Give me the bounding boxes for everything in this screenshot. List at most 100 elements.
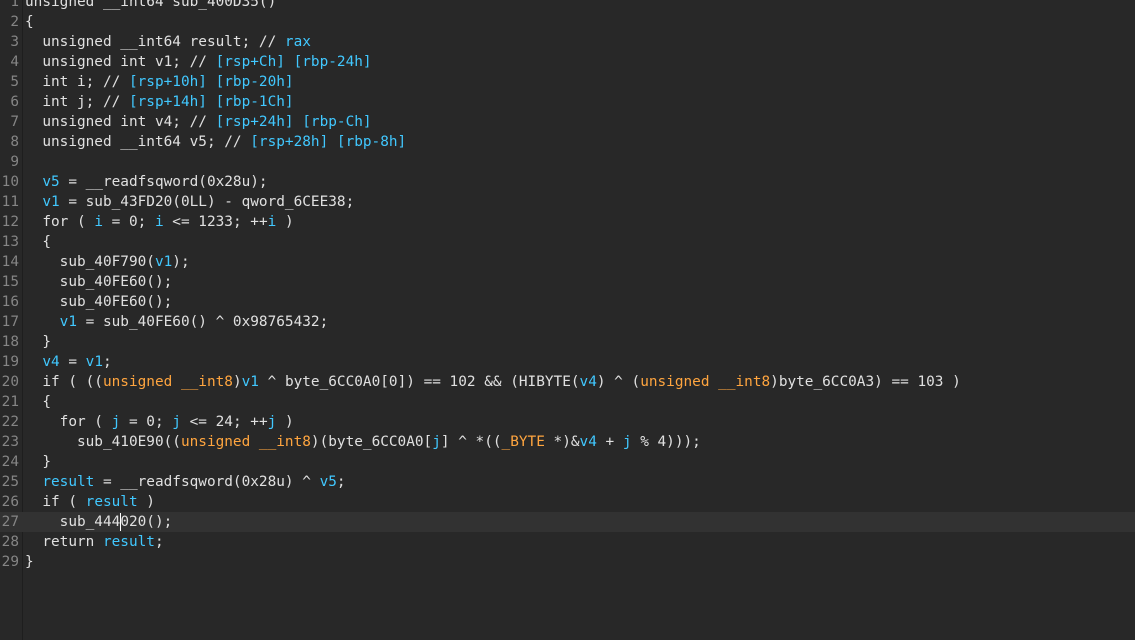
code-text[interactable]: if ( ((unsigned __int8)v1 ^ byte_6CC0A0[… <box>25 372 960 392</box>
code-text[interactable]: sub_40FE60(); <box>25 272 173 292</box>
code-line[interactable]: 18 } <box>0 332 1135 352</box>
code-line[interactable]: 24 } <box>0 452 1135 472</box>
code-line[interactable]: 19 v4 = v1; <box>0 352 1135 372</box>
code-text[interactable]: return result; <box>25 532 163 552</box>
code-token: ^ byte_6CC0A0[0]) == 102 && (HIBYTE( <box>258 374 580 390</box>
register-comment-token: [rsp+28h] [rbp-8h] <box>250 134 407 150</box>
identifier-token[interactable]: i <box>94 214 103 230</box>
code-token: unsigned __int64 sub_400D35() <box>25 0 277 10</box>
code-line[interactable]: 10 v5 = __readfsqword(0x28u); <box>0 172 1135 192</box>
code-line[interactable]: 9 <box>0 152 1135 172</box>
code-token: = __readfsqword(0x28u) ^ <box>94 474 320 490</box>
code-token: { <box>25 394 51 410</box>
code-line[interactable]: 21 { <box>0 392 1135 412</box>
identifier-token[interactable]: v5 <box>42 174 59 190</box>
code-text[interactable]: int j; // [rsp+14h] [rbp-1Ch] <box>25 92 293 112</box>
code-text[interactable]: { <box>25 12 34 32</box>
pseudocode-view[interactable]: 1 unsigned __int64 sub_400D35() 2{3 unsign… <box>0 0 1135 640</box>
code-line[interactable]: 11 v1 = sub_43FD20(0LL) - qword_6CEE38; <box>0 192 1135 212</box>
identifier-token[interactable]: result <box>86 494 138 510</box>
code-line[interactable]: 12 for ( i = 0; i <= 1233; ++i ) <box>0 212 1135 232</box>
code-text[interactable]: unsigned __int64 v5; // [rsp+28h] [rbp-8… <box>25 132 406 152</box>
code-token: *)& <box>544 434 580 450</box>
code-line[interactable]: 5 int i; // [rsp+10h] [rbp-20h] <box>0 72 1135 92</box>
code-text[interactable]: unsigned int v4; // [rsp+24h] [rbp-Ch] <box>25 112 371 132</box>
code-token: ; <box>336 474 346 490</box>
code-line[interactable]: 16 sub_40FE60(); <box>0 292 1135 312</box>
code-text[interactable]: } <box>25 452 51 472</box>
code-line[interactable]: 13 { <box>0 232 1135 252</box>
identifier-token[interactable]: v1 <box>86 354 103 370</box>
code-token: sub_410E90(( <box>25 434 181 450</box>
identifier-token[interactable]: v4 <box>580 434 597 450</box>
code-text[interactable]: } <box>25 332 51 352</box>
identifier-token[interactable]: v1 <box>242 374 259 390</box>
code-text[interactable]: result = __readfsqword(0x28u) ^ v5; <box>25 472 346 492</box>
code-text[interactable]: unsigned __int64 sub_400D35() <box>25 0 276 12</box>
code-line[interactable]: 8 unsigned __int64 v5; // [rsp+28h] [rbp… <box>0 132 1135 152</box>
identifier-token[interactable]: v5 <box>320 474 337 490</box>
code-line[interactable]: 26 if ( result ) <box>0 492 1135 512</box>
code-line[interactable]: 17 v1 = sub_40FE60() ^ 0x98765432; <box>0 312 1135 332</box>
code-text[interactable]: int i; // [rsp+10h] [rbp-20h] <box>25 72 294 92</box>
code-text[interactable]: sub_410E90((unsigned __int8)(byte_6CC0A0… <box>25 432 701 452</box>
code-text[interactable]: v1 = sub_43FD20(0LL) - qword_6CEE38; <box>25 192 354 212</box>
code-line[interactable]: 7 unsigned int v4; // [rsp+24h] [rbp-Ch] <box>0 112 1135 132</box>
identifier-token[interactable]: j <box>432 434 441 450</box>
identifier-token[interactable]: v1 <box>155 254 172 270</box>
code-lines[interactable]: 1 unsigned __int64 sub_400D35() 2{3 unsign… <box>0 0 1135 572</box>
code-line[interactable]: 28 return result; <box>0 532 1135 552</box>
code-text[interactable]: for ( i = 0; i <= 1233; ++i ) <box>25 212 293 232</box>
code-line[interactable]: 29} <box>0 552 1135 572</box>
line-number: 7 <box>10 114 19 130</box>
code-text[interactable]: sub_40F790(v1); <box>25 252 190 272</box>
code-token: } <box>25 554 34 570</box>
identifier-token[interactable]: result <box>42 474 94 490</box>
identifier-token[interactable]: j <box>112 414 121 430</box>
code-line[interactable]: 27 sub_444020(); <box>0 512 1135 532</box>
code-token: if ( (( <box>25 374 103 390</box>
code-text[interactable]: sub_444020(); <box>25 512 172 532</box>
code-text[interactable]: { <box>25 392 51 412</box>
code-line[interactable]: 23 sub_410E90((unsigned __int8)(byte_6CC… <box>0 432 1135 452</box>
identifier-token[interactable]: j <box>268 414 277 430</box>
identifier-token[interactable]: v4 <box>580 374 597 390</box>
type-cast-token: unsigned __int8 <box>180 434 311 450</box>
code-line[interactable]: 14 sub_40F790(v1); <box>0 252 1135 272</box>
register-comment-token: [rsp+10h] [rbp-20h] <box>128 74 294 90</box>
line-number: 24 <box>1 454 19 470</box>
code-text[interactable]: { <box>25 232 51 252</box>
code-line[interactable]: 15 sub_40FE60(); <box>0 272 1135 292</box>
code-line[interactable]: 3 unsigned __int64 result; // rax <box>0 32 1135 52</box>
identifier-token[interactable]: j <box>623 434 632 450</box>
code-text[interactable]: v5 = __readfsqword(0x28u); <box>25 172 268 192</box>
identifier-token[interactable]: v1 <box>60 314 77 330</box>
code-line[interactable]: 20 if ( ((unsigned __int8)v1 ^ byte_6CC0… <box>0 372 1135 392</box>
code-line[interactable]: 2{ <box>0 12 1135 32</box>
code-line[interactable]: 25 result = __readfsqword(0x28u) ^ v5; <box>0 472 1135 492</box>
identifier-token[interactable]: i <box>155 214 164 230</box>
code-line[interactable]: 4 unsigned int v1; // [rsp+Ch] [rbp-24h] <box>0 52 1135 72</box>
code-text[interactable]: v4 = v1; <box>25 352 111 372</box>
line-number: 22 <box>1 414 19 430</box>
code-text[interactable]: for ( j = 0; j <= 24; ++j ) <box>25 412 294 432</box>
code-text[interactable]: v1 = sub_40FE60() ^ 0x98765432; <box>25 312 329 332</box>
code-token: = <box>59 354 86 370</box>
identifier-token[interactable]: v4 <box>42 354 59 370</box>
register-comment-token: [rsp+Ch] [rbp-24h] <box>215 54 372 70</box>
code-line[interactable]: 1 unsigned __int64 sub_400D35() <box>0 0 1135 12</box>
code-token: = __readfsqword(0x28u); <box>59 174 268 190</box>
identifier-token[interactable]: i <box>268 214 277 230</box>
code-text[interactable]: unsigned int v1; // [rsp+Ch] [rbp-24h] <box>25 52 372 72</box>
code-line[interactable]: 22 for ( j = 0; j <= 24; ++j ) <box>0 412 1135 432</box>
identifier-token[interactable]: result <box>103 534 155 550</box>
code-text[interactable]: sub_40FE60(); <box>25 292 173 312</box>
code-token: unsigned int v1; // <box>25 54 216 70</box>
code-text[interactable]: unsigned __int64 result; // rax <box>25 32 311 52</box>
identifier-token[interactable]: j <box>172 414 181 430</box>
code-line[interactable]: 6 int j; // [rsp+14h] [rbp-1Ch] <box>0 92 1135 112</box>
identifier-token[interactable]: v1 <box>42 194 59 210</box>
code-text[interactable]: if ( result ) <box>25 492 155 512</box>
code-text[interactable]: } <box>25 552 34 572</box>
